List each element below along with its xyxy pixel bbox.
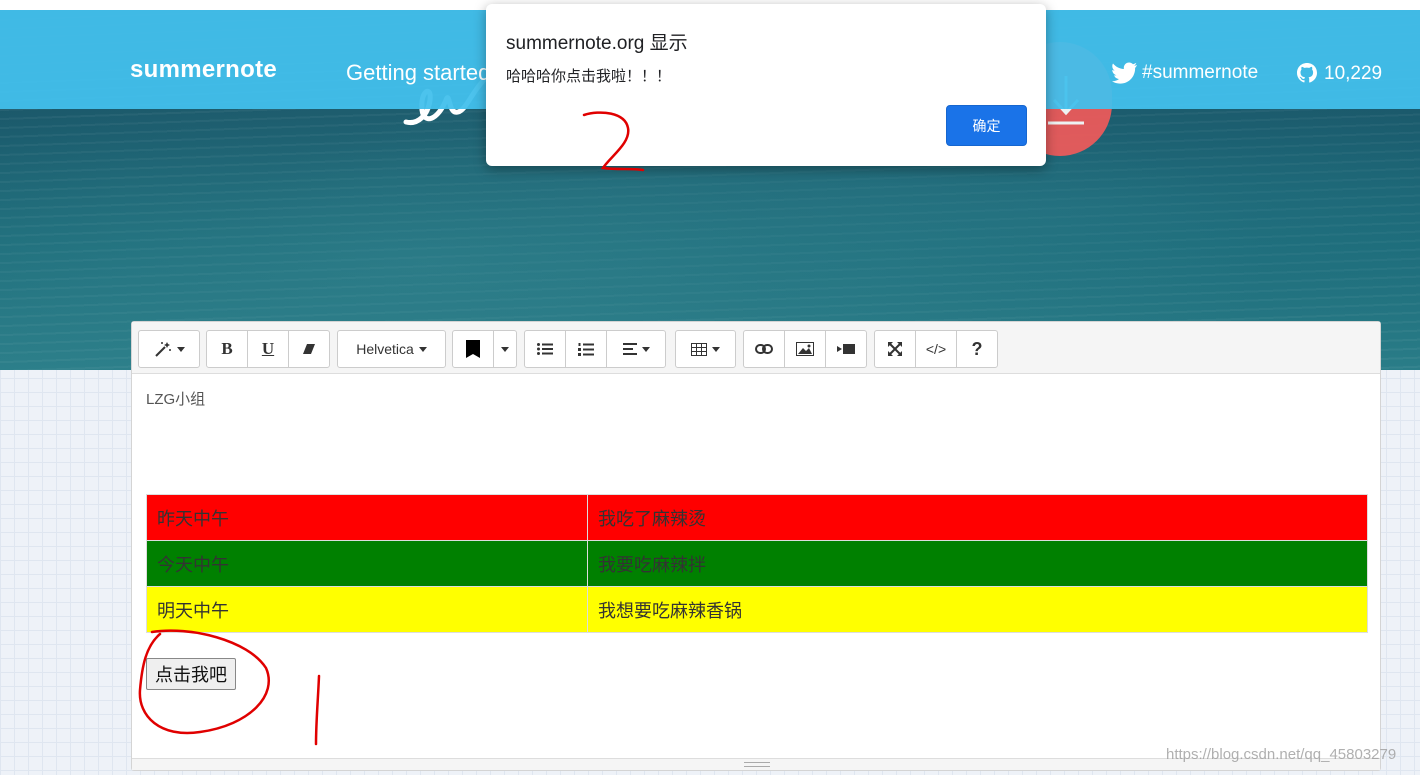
resize-handle-icon (744, 762, 770, 767)
font-name-label: Helvetica (356, 341, 414, 357)
unordered-list-button[interactable] (524, 330, 566, 368)
codeview-button[interactable]: </> (915, 330, 957, 368)
color-dropdown-button[interactable] (493, 330, 517, 368)
color-group (452, 330, 517, 368)
twitter-link[interactable]: #summernote (1112, 62, 1258, 84)
chevron-down-icon (418, 346, 427, 352)
table-cell: 昨天中午 (146, 494, 588, 541)
insert-group (743, 330, 867, 368)
insert-video-button[interactable] (825, 330, 867, 368)
bold-button[interactable]: B (206, 330, 248, 368)
magic-wand-icon (154, 342, 171, 357)
nav-link-getting-started[interactable]: Getting started (346, 60, 490, 86)
insert-link-button[interactable] (743, 330, 785, 368)
editor-toolbar: B U Helvetica </> ? (132, 322, 1380, 374)
click-me-button[interactable]: 点击我吧 (146, 658, 236, 690)
align-left-icon (622, 343, 637, 355)
clear-format-button[interactable] (288, 330, 330, 368)
image-icon (796, 342, 814, 356)
content-table: 昨天中午 我吃了麻辣烫 今天中午 我要吃麻辣拌 明天中午 我想要吃麻辣香锅 (146, 494, 1368, 633)
font-style-group: B U (206, 330, 330, 368)
chevron-down-icon (501, 346, 509, 352)
chevron-down-icon (641, 346, 650, 352)
insert-table-dropdown[interactable] (675, 330, 736, 368)
underline-button[interactable]: U (247, 330, 289, 368)
table-cell: 明天中午 (146, 586, 588, 633)
chevron-down-icon (176, 346, 185, 352)
insert-image-button[interactable] (784, 330, 826, 368)
dialog-message: 哈哈哈你点击我啦！！！ (506, 68, 672, 85)
dialog-ok-button[interactable]: 确定 (946, 105, 1027, 146)
dialog-title: summernote.org 显示 (506, 33, 688, 54)
table-cell: 我想要吃麻辣香锅 (587, 586, 1368, 633)
summernote-editor: B U Helvetica </> ? LZG小组 昨天中午 我吃了麻辣烫 今天… (131, 321, 1381, 771)
table-cell: 今天中午 (146, 540, 588, 587)
table-row: 昨天中午 我吃了麻辣烫 (146, 494, 1368, 541)
github-stars: 10,229 (1324, 63, 1383, 84)
twitter-label: #summernote (1142, 62, 1259, 83)
editable-area[interactable]: LZG小组 昨天中午 我吃了麻辣烫 今天中午 我要吃麻辣拌 明天中午 我想要吃麻辣香锅 点… (146, 388, 1368, 690)
style-group (138, 330, 200, 368)
font-name-group: Helvetica (337, 330, 446, 368)
magic-style-button[interactable] (138, 330, 200, 368)
watermark-text: https://blog.csdn.net/qq_45803279 (1166, 746, 1397, 763)
group-label-text: LZG小组 (146, 391, 206, 408)
github-link[interactable]: 10,229 (1296, 62, 1382, 86)
eraser-icon (303, 344, 315, 354)
table-icon (691, 342, 707, 356)
alert-dialog: summernote.org 显示 哈哈哈你点击我啦！！！ 确定 (486, 4, 1046, 166)
recent-color-button[interactable] (452, 330, 494, 368)
table-row: 今天中午 我要吃麻辣拌 (146, 540, 1368, 587)
view-group: </> ? (874, 330, 998, 368)
paragraph-group (524, 330, 666, 368)
link-icon (755, 344, 773, 354)
fullscreen-icon (888, 342, 902, 356)
fullscreen-button[interactable] (874, 330, 916, 368)
table-row: 明天中午 我想要吃麻辣香锅 (146, 586, 1368, 633)
table-cell: 我要吃麻辣拌 (587, 540, 1368, 587)
font-name-dropdown[interactable]: Helvetica (337, 330, 446, 368)
table-cell: 我吃了麻辣烫 (587, 494, 1368, 541)
color-icon (466, 340, 480, 358)
twitter-icon (1112, 62, 1137, 84)
help-button[interactable]: ? (956, 330, 998, 368)
paragraph-align-dropdown[interactable] (606, 330, 666, 368)
github-icon (1297, 63, 1317, 83)
table-group (675, 330, 736, 368)
ordered-list-icon (578, 342, 594, 356)
video-icon (837, 344, 855, 354)
unordered-list-icon (537, 343, 553, 355)
ordered-list-button[interactable] (565, 330, 607, 368)
chevron-down-icon (712, 346, 720, 352)
brand-logo[interactable]: summernote (130, 56, 277, 84)
